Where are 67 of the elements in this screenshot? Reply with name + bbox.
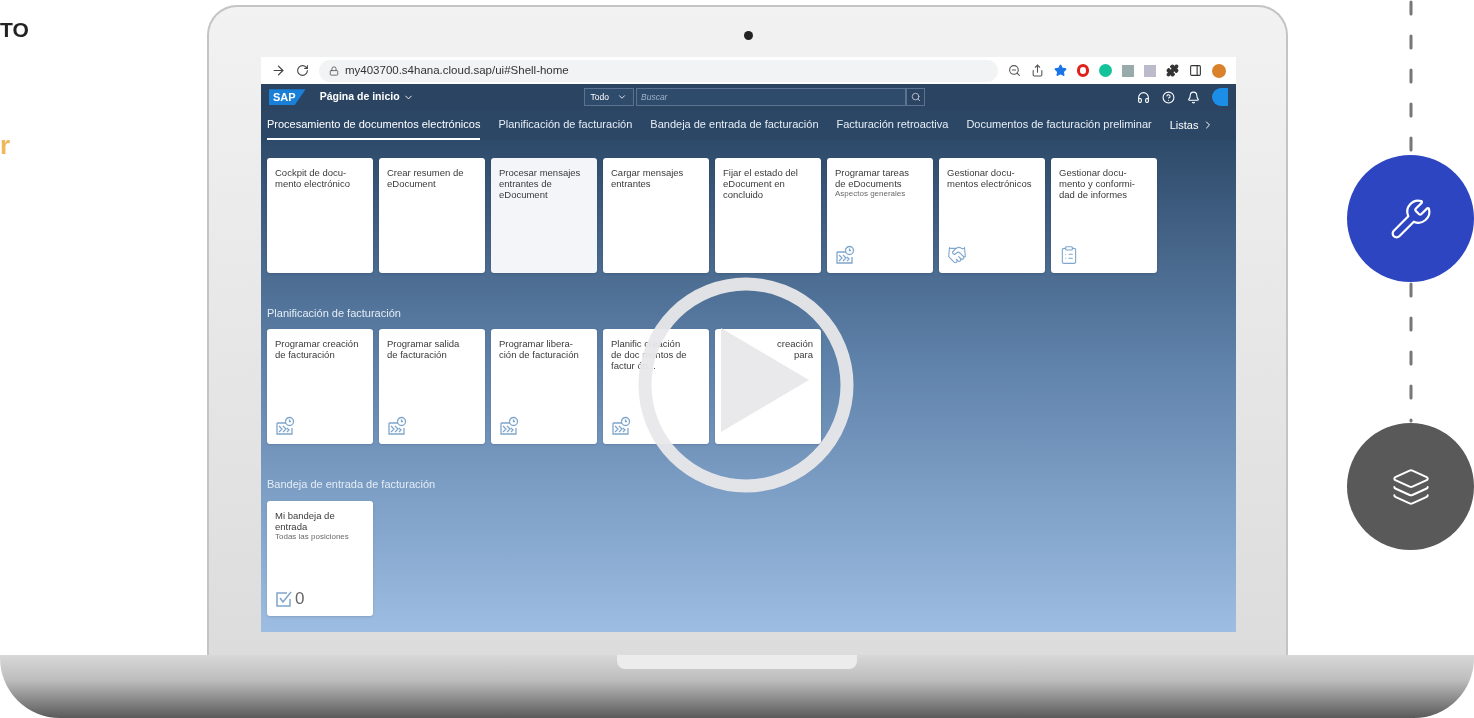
layers-icon bbox=[1390, 466, 1431, 507]
tile-title: Programar salida de facturación bbox=[387, 338, 461, 361]
app-tile[interactable]: Mi bandeja de entrada Todas las posiciones 0 bbox=[267, 501, 373, 616]
app-tile[interactable]: Programar libera- ción de facturación bbox=[491, 329, 597, 445]
schedule-icon bbox=[387, 416, 407, 437]
tile-title: Fijar el estado del eDocument en concluido bbox=[723, 167, 799, 200]
lock-icon bbox=[328, 65, 339, 76]
app-tile[interactable]: Fijar el estado del eDocument en concluido bbox=[715, 158, 821, 273]
search-scope-select[interactable]: Todo bbox=[583, 88, 634, 107]
tile-title: Mi bandeja de entrada bbox=[275, 510, 336, 532]
bell-icon[interactable] bbox=[1187, 90, 1200, 104]
app-tile[interactable]: Procesar mensajes entrantes de eDocument bbox=[491, 158, 597, 273]
tile-title: Cargar mensajes entrantes bbox=[611, 167, 685, 189]
sidebar-icon[interactable] bbox=[1189, 64, 1202, 78]
schedule-icon bbox=[275, 416, 295, 437]
tab[interactable]: Facturación retroactiva bbox=[836, 110, 949, 140]
app-tile[interactable]: Programar salida de facturación bbox=[379, 329, 485, 445]
app-tile[interactable]: Programar tareas de eDocuments Aspectos generales bbox=[827, 158, 933, 273]
tile-title: Gestionar docu- mento y conformi- dad de informes bbox=[1059, 167, 1137, 200]
tab[interactable]: Planificación de facturación bbox=[498, 110, 633, 140]
schedule-icon bbox=[499, 416, 519, 437]
tile-title: Procesar mensajes entrantes de eDocument bbox=[499, 167, 582, 200]
tile-title: creación para bbox=[776, 338, 813, 361]
heading-text: TO bbox=[0, 17, 30, 43]
clipboard-icon bbox=[1059, 245, 1079, 265]
tile-title: Programar creación de facturación bbox=[275, 338, 360, 361]
app-tile[interactable]: Cargar mensajes entrantes bbox=[603, 158, 709, 273]
url-text: my403700.s4hana.cloud.sap/ui#Shell-home bbox=[344, 62, 569, 78]
search-icon bbox=[910, 92, 921, 103]
address-bar[interactable]: my403700.s4hana.cloud.sap/ui#Shell-home bbox=[318, 59, 998, 82]
zoom-icon[interactable] bbox=[1008, 64, 1021, 78]
puzzle-icon[interactable] bbox=[1166, 64, 1179, 78]
section-title: Planificación de facturación bbox=[267, 306, 402, 321]
app-tile[interactable]: Crear resumen de eDocument bbox=[379, 158, 485, 273]
avatar-icon[interactable] bbox=[1212, 63, 1226, 78]
search-field[interactable]: Buscar bbox=[636, 88, 906, 107]
app-tile[interactable]: Gestionar docu- mentos electrónicos bbox=[939, 158, 1045, 273]
forward-icon[interactable] bbox=[271, 63, 286, 79]
tile-title: Cockpit de docu- mento electrónico bbox=[275, 167, 351, 189]
tile-subtitle: Aspectos generales bbox=[835, 189, 907, 199]
tile-title: Programar tareas de eDocuments bbox=[835, 167, 910, 189]
tile-title: Crear resumen de eDocument bbox=[387, 167, 465, 189]
user-avatar[interactable] bbox=[1212, 88, 1228, 107]
home-menu-button[interactable]: Página de inicio bbox=[319, 89, 414, 106]
headset-icon[interactable] bbox=[1137, 90, 1150, 104]
tab[interactable]: Documentos de facturación preliminar bbox=[966, 110, 1152, 140]
tile-title: Gestionar docu- mentos electrónicos bbox=[947, 167, 1033, 189]
accent-text: r bbox=[0, 130, 12, 160]
tile-count: 0 bbox=[295, 590, 305, 608]
extension-icon[interactable] bbox=[1077, 64, 1089, 78]
tab[interactable]: Bandeja de entrada de facturación bbox=[650, 110, 819, 140]
tile-title: Programar libera- ción de facturación bbox=[499, 338, 580, 361]
share-icon[interactable] bbox=[1031, 64, 1044, 78]
tile-subtitle: Todas las posiciones bbox=[275, 532, 350, 542]
app-tile[interactable]: Gestionar docu- mento y conformi- dad de informes bbox=[1051, 158, 1157, 273]
app-tile[interactable]: Programar creación de facturación bbox=[267, 329, 373, 445]
app-tile[interactable]: Cockpit de docu- mento electrónico bbox=[267, 158, 373, 273]
reload-icon[interactable] bbox=[296, 64, 309, 78]
handshake-icon bbox=[947, 245, 967, 265]
schedule-icon bbox=[835, 245, 855, 265]
star-icon[interactable] bbox=[1054, 64, 1067, 78]
help-icon[interactable] bbox=[1162, 90, 1175, 104]
section-title: Bandeja de entrada de facturación bbox=[267, 477, 437, 493]
checkbox-icon bbox=[275, 590, 293, 608]
search-button[interactable] bbox=[906, 88, 925, 107]
more-tabs-button[interactable]: Listas bbox=[1169, 116, 1215, 134]
sap-logo: SAP bbox=[269, 89, 306, 106]
